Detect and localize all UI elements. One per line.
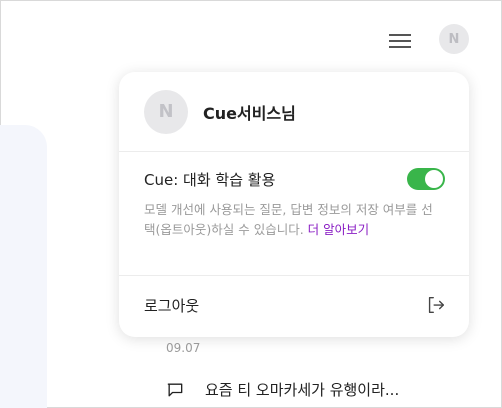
learning-toggle[interactable]	[407, 168, 445, 190]
learning-title: Cue: 대화 학습 활용	[144, 170, 276, 189]
profile-header: N Cue서비스님	[119, 72, 469, 152]
learning-setting: Cue: 대화 학습 활용 모델 개선에 사용되는 질문, 답변 정보의 저장 …	[119, 152, 469, 276]
learning-description-text: 모델 개선에 사용되는 질문, 답변 정보의 저장 여부를 선택(옵트아웃)하실…	[144, 202, 433, 237]
learning-description: 모델 개선에 사용되는 질문, 답변 정보의 저장 여부를 선택(옵트아웃)하실…	[144, 200, 444, 240]
logout-label: 로그아웃	[144, 296, 200, 315]
history-item[interactable]: 요즘 티 오마카세가 유행이라...	[165, 379, 399, 400]
learn-more-link[interactable]: 더 알아보기	[308, 222, 369, 237]
app-window: N N Cue서비스님 Cue: 대화 학습 활용 모델 개선에 사용되는 질문…	[0, 0, 502, 408]
toggle-knob	[424, 169, 444, 189]
learning-row: Cue: 대화 학습 활용	[144, 167, 445, 191]
history-date: 09.07	[166, 341, 201, 355]
history-item-title: 요즘 티 오마카세가 유행이라...	[205, 381, 400, 399]
profile-popup: N Cue서비스님 Cue: 대화 학습 활용 모델 개선에 사용되는 질문, …	[119, 72, 469, 337]
avatar: N	[144, 89, 188, 134]
logout-button[interactable]: 로그아웃	[119, 276, 469, 334]
menu-icon[interactable]	[389, 31, 411, 53]
profile-avatar-button[interactable]: N	[439, 24, 469, 54]
chat-bubble-icon	[167, 383, 183, 396]
user-name: Cue서비스님	[203, 103, 296, 123]
avatar-initial: N	[158, 101, 174, 122]
avatar-initial: N	[448, 31, 460, 47]
logout-icon	[428, 296, 445, 314]
side-panel	[0, 125, 47, 408]
